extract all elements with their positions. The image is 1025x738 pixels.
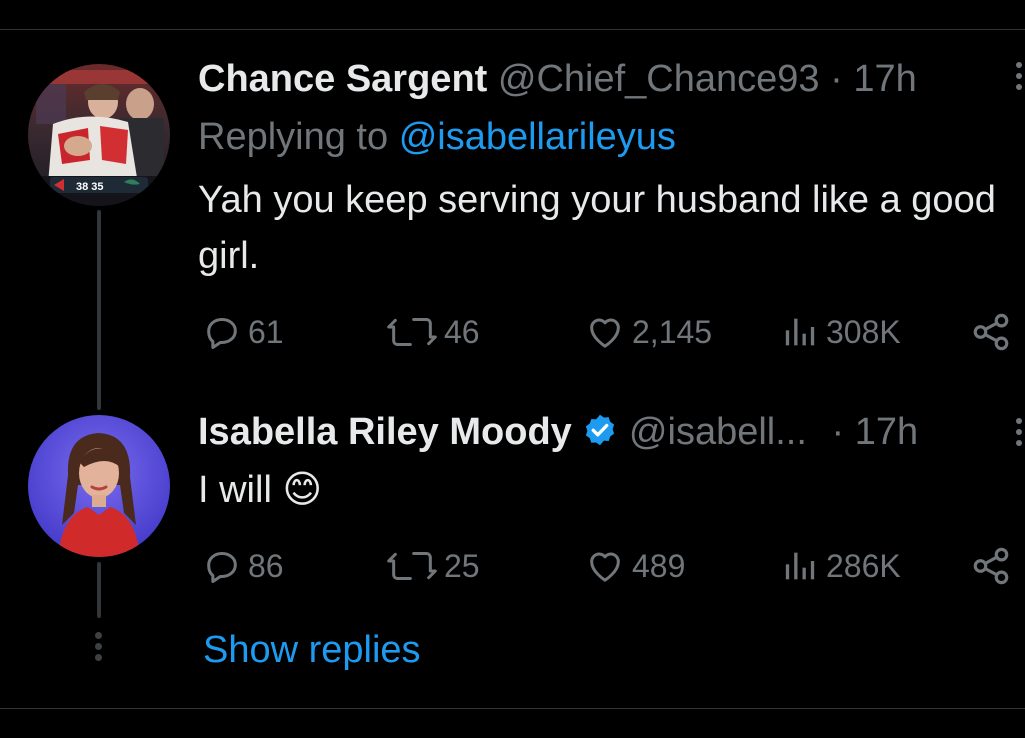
- avatar-chance-sargent[interactable]: 38 35: [28, 64, 170, 206]
- share-icon: [973, 313, 1009, 351]
- like-button[interactable]: 489: [584, 544, 685, 588]
- views-button[interactable]: 286K: [780, 544, 901, 588]
- repost-count: 25: [444, 547, 480, 584]
- top-divider: [0, 29, 1025, 30]
- tweet-time[interactable]: 17h: [855, 411, 918, 453]
- replying-to: Replying to @isabellarileyus: [198, 114, 676, 160]
- replying-to-label: Replying to: [198, 116, 389, 158]
- reply-button[interactable]: 86: [202, 544, 284, 588]
- like-count: 2,145: [632, 313, 713, 350]
- share-button[interactable]: [970, 310, 1012, 354]
- like-button[interactable]: 2,145: [584, 310, 712, 354]
- like-count: 489: [632, 547, 686, 584]
- tweet-header: Chance Sargent @Chief_Chance93 · 17h: [198, 56, 917, 102]
- verified-badge-icon: [582, 412, 618, 459]
- more-options-icon[interactable]: [1014, 62, 1024, 90]
- author-name[interactable]: Chance Sargent: [198, 58, 487, 100]
- author-name[interactable]: Isabella Riley Moody: [198, 411, 572, 453]
- tweet-actions: 61 46 2,145 308K: [198, 310, 1013, 354]
- time-separator: ·: [830, 58, 843, 100]
- view-count: 308K: [826, 313, 901, 350]
- author-handle[interactable]: @Chief_Chance93: [498, 58, 820, 100]
- tweet-text: I will 😊: [198, 469, 323, 511]
- tweet-text: Yah you keep serving your husband like a…: [198, 179, 996, 277]
- author-handle[interactable]: @isabell...: [629, 411, 807, 453]
- tweet-header: Isabella Riley Moody @isabell... · 17h: [198, 409, 918, 459]
- views-button[interactable]: 308K: [780, 310, 901, 354]
- avatar-scoreboard: 38 35: [76, 181, 104, 193]
- views-icon: [785, 552, 815, 580]
- views-icon: [785, 318, 815, 346]
- share-icon: [973, 547, 1009, 585]
- avatar-isabella-riley-moody[interactable]: [28, 415, 170, 557]
- repost-button[interactable]: 25: [386, 544, 480, 588]
- tweet-time[interactable]: 17h: [853, 58, 916, 100]
- show-replies-link[interactable]: Show replies: [203, 626, 421, 674]
- reply-count: 61: [248, 313, 284, 350]
- repost-button[interactable]: 46: [386, 310, 480, 354]
- repost-icon: [387, 552, 437, 580]
- thread-line: [97, 210, 101, 410]
- reply-icon: [207, 318, 237, 349]
- heart-icon: [590, 552, 620, 582]
- heart-icon: [590, 318, 620, 348]
- replying-to-handle[interactable]: @isabellarileyus: [399, 116, 676, 158]
- repost-count: 46: [444, 313, 480, 350]
- repost-icon: [387, 318, 437, 346]
- thread-continuation-dots-icon: [95, 632, 102, 661]
- more-options-icon[interactable]: [1014, 418, 1024, 446]
- share-button[interactable]: [970, 544, 1012, 588]
- reply-count: 86: [248, 547, 284, 584]
- woman-portrait-photo-icon: [28, 415, 170, 557]
- reply-button[interactable]: 61: [202, 310, 284, 354]
- bottom-divider: [0, 708, 1025, 709]
- tweet-actions: 86 25 489 286K: [198, 544, 1013, 588]
- football-players-photo-icon: 38 35: [28, 64, 170, 206]
- reply-icon: [207, 552, 237, 583]
- view-count: 286K: [826, 547, 901, 584]
- thread-line-2: [97, 562, 101, 618]
- time-separator: ·: [831, 411, 845, 453]
